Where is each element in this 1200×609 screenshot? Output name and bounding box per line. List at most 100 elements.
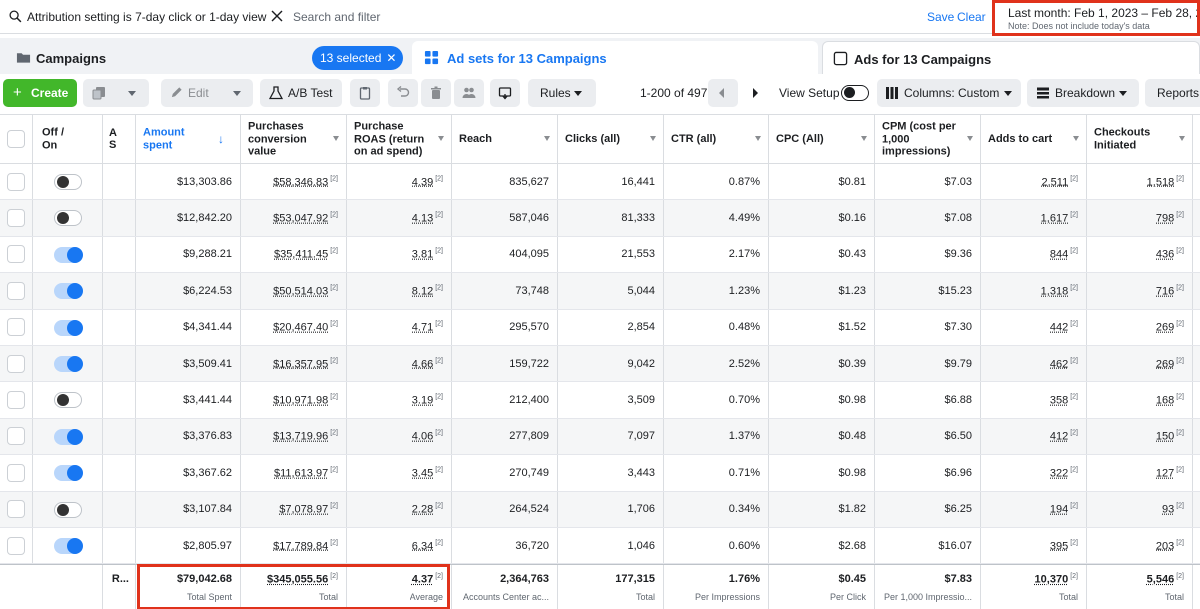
row-checkbox[interactable] — [7, 281, 25, 300]
cell-value-atc[interactable]: 462 [2] — [1050, 357, 1078, 370]
cell-value-atc[interactable]: 844 [2] — [1050, 248, 1078, 261]
totals-roas-value[interactable]: 4.37 [2] — [412, 573, 443, 586]
row-checkbox[interactable] — [7, 500, 25, 519]
sort-icon[interactable] — [438, 136, 444, 141]
table-row[interactable]: $3,367.62 $11,613.97 [2] 3.45 [2] 270,749 3,44… — [0, 455, 1200, 492]
cell-value-value[interactable]: $20,467.40 [2] — [273, 321, 338, 334]
view-setup-toggle[interactable] — [841, 85, 869, 101]
table-row[interactable]: $3,107.84 $7,078.97 [2] 2.28 [2] 264,524 1,706… — [0, 491, 1200, 528]
status-toggle[interactable] — [54, 356, 83, 372]
save-filter-link[interactable]: Save — [927, 10, 954, 24]
cell-value-atc[interactable]: 412 [2] — [1050, 430, 1078, 443]
row-checkbox[interactable] — [7, 354, 25, 373]
row-name-cell[interactable] — [103, 418, 136, 455]
date-range-picker[interactable]: Last month: Feb 1, 2023 – Feb 28, 2023 N… — [992, 0, 1200, 36]
cell-value-checkouts[interactable]: 269 [2] — [1156, 321, 1184, 334]
clipboard-button[interactable] — [350, 79, 380, 107]
duplicate-button[interactable] — [83, 79, 149, 107]
close-icon[interactable] — [270, 9, 284, 23]
cell-value-roas[interactable]: 8.12 [2] — [412, 285, 443, 298]
column-header-ctr[interactable]: CTR (all) — [664, 115, 769, 163]
status-toggle[interactable] — [54, 319, 83, 336]
cell-value-atc[interactable]: 442 [2] — [1050, 321, 1078, 334]
cell-value-checkouts[interactable]: 716 [2] — [1156, 285, 1184, 298]
row-checkbox[interactable] — [7, 172, 25, 191]
row-checkbox[interactable] — [7, 536, 25, 555]
sort-icon[interactable] — [861, 136, 867, 141]
table-row[interactable]: $3,376.83 $13,719.96 [2] 4.06 [2] 277,809 7,09… — [0, 418, 1200, 456]
column-header-reach[interactable]: Reach — [452, 115, 558, 163]
status-toggle[interactable] — [54, 283, 83, 300]
export-button[interactable] — [490, 79, 520, 107]
row-checkbox[interactable] — [7, 391, 25, 410]
clear-filter-link[interactable]: Clear — [957, 10, 986, 24]
row-checkbox[interactable] — [7, 245, 25, 264]
cell-value-roas[interactable]: 3.45 [2] — [412, 467, 443, 480]
column-header-purchase-roas[interactable]: Purchase ROAS (return on ad spend) — [347, 115, 452, 163]
table-row[interactable]: $3,509.41 $16,357.95 [2] 4.66 [2] 159,722 9,04… — [0, 346, 1200, 383]
column-header-checkouts[interactable]: Checkouts Initiated — [1087, 115, 1193, 163]
table-row[interactable]: $3,441.44 $10,971.98 [2] 3.19 [2] 212,400 3,50… — [0, 382, 1200, 419]
cell-value-checkouts[interactable]: 93 [2] — [1162, 503, 1184, 516]
row-name-cell[interactable] — [103, 455, 136, 491]
row-checkbox[interactable] — [7, 463, 25, 482]
row-name-cell[interactable] — [103, 273, 136, 309]
table-row[interactable]: $9,288.21 $35,411.45 [2] 3.81 [2] 404,095 21,5… — [0, 236, 1200, 274]
status-toggle[interactable] — [54, 246, 83, 263]
sort-descending-icon[interactable]: ↓ — [218, 133, 224, 146]
sort-icon[interactable] — [967, 136, 973, 141]
sort-icon[interactable] — [1073, 136, 1079, 141]
table-row[interactable]: $6,224.53 $50,514.03 [2] 8.12 [2] 73,748 5,044… — [0, 273, 1200, 310]
column-header-cpc[interactable]: CPC (All) — [769, 115, 875, 163]
selected-count-badge[interactable]: 13 selected ✕ — [312, 46, 404, 70]
cell-value-checkouts[interactable]: 168 [2] — [1156, 394, 1184, 407]
cell-value-value[interactable]: $10,971.98 [2] — [273, 394, 338, 407]
cell-value-roas[interactable]: 4.39 [2] — [412, 175, 443, 188]
previous-page-button[interactable] — [708, 79, 738, 107]
select-all-checkbox[interactable] — [7, 130, 25, 148]
cell-value-checkouts[interactable]: 1,518 [2] — [1147, 175, 1184, 188]
cell-value-value[interactable]: $17,789.84 [2] — [273, 539, 338, 552]
tab-campaigns[interactable]: Campaigns 13 selected ✕ — [2, 41, 406, 74]
totals-checkouts-value[interactable]: 5,546 [2] — [1147, 573, 1184, 586]
table-row[interactable]: $12,842.20 $53,047.92 [2] 4.13 [2] 587,046 81,… — [0, 200, 1200, 237]
cell-value-value[interactable]: $50,514.03 [2] — [273, 285, 338, 298]
cell-value-roas[interactable]: 4.71 [2] — [412, 321, 443, 334]
cell-value-checkouts[interactable]: 127 [2] — [1156, 467, 1184, 480]
sort-icon[interactable] — [755, 136, 761, 141]
reports-dropdown[interactable]: Reports — [1145, 79, 1200, 107]
table-row[interactable]: $13,303.86 $58,346.83 [2] 4.39 [2] 835,627 16,… — [0, 164, 1200, 201]
column-header-amount-spent[interactable]: Amount spent ↓ — [136, 115, 241, 163]
status-toggle[interactable] — [54, 210, 82, 227]
people-button[interactable] — [454, 79, 484, 107]
row-name-cell[interactable] — [103, 236, 136, 273]
sort-icon[interactable] — [650, 136, 656, 141]
row-name-cell[interactable] — [103, 164, 136, 200]
status-toggle[interactable] — [54, 501, 82, 518]
cell-value-atc[interactable]: 2,511 [2] — [1041, 175, 1078, 188]
table-row[interactable]: $2,805.97 $17,789.84 [2] 6.34 [2] 36,720 1,046… — [0, 528, 1200, 565]
tab-ad-sets[interactable]: Ad sets for 13 Campaigns — [412, 41, 818, 74]
breakdown-dropdown[interactable]: Breakdown — [1027, 79, 1139, 107]
sort-icon[interactable] — [333, 136, 339, 141]
cell-value-value[interactable]: $7,078.97 [2] — [279, 503, 338, 516]
cell-value-atc[interactable]: 358 [2] — [1050, 394, 1078, 407]
rules-dropdown[interactable]: Rules — [528, 79, 596, 107]
row-name-cell[interactable] — [103, 200, 136, 236]
sort-icon[interactable] — [1179, 136, 1185, 141]
status-toggle[interactable] — [54, 538, 83, 554]
row-name-cell[interactable] — [103, 491, 136, 527]
row-name-cell[interactable] — [103, 346, 136, 382]
search-filter-input[interactable] — [293, 6, 893, 28]
next-page-button[interactable] — [740, 79, 770, 107]
cell-value-value[interactable]: $13,719.96 [2] — [273, 430, 338, 443]
cell-value-roas[interactable]: 2.28 [2] — [412, 503, 443, 516]
table-row[interactable]: $4,341.44 $20,467.40 [2] 4.71 [2] 295,570 2,85… — [0, 309, 1200, 346]
undo-button[interactable] — [388, 79, 418, 107]
edit-button[interactable]: Edit — [161, 79, 253, 107]
cell-value-value[interactable]: $53,047.92 [2] — [273, 212, 338, 225]
clear-selection-icon[interactable]: ✕ — [386, 46, 396, 70]
cell-value-roas[interactable]: 4.66 [2] — [412, 357, 443, 370]
cell-value-atc[interactable]: 1,617 [2] — [1041, 212, 1078, 225]
row-name-cell[interactable] — [103, 528, 136, 564]
